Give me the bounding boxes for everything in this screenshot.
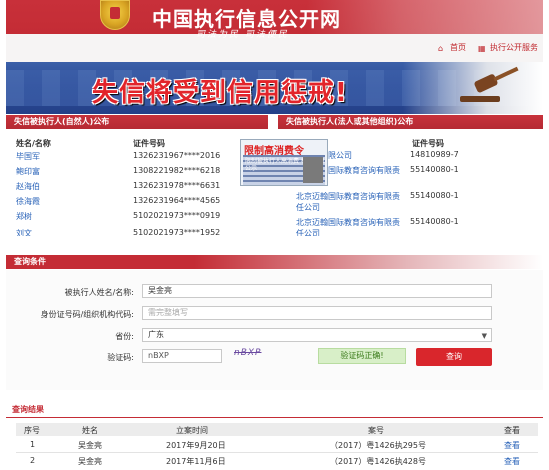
col-header-name: 姓名 <box>82 426 98 435</box>
name-input[interactable]: 吴金亮 <box>142 284 492 298</box>
row-case-number: （2017）粤1426执295号 <box>330 441 426 450</box>
promo-banner: 失信将受到信用惩戒! <box>6 62 543 114</box>
nav-service-link[interactable]: ▦ 执行公开服务 <box>478 42 538 53</box>
id-input[interactable]: 需完整填写 <box>142 306 492 320</box>
nav-home-label: 首页 <box>450 43 466 52</box>
col-header-no: 序号 <box>24 426 40 435</box>
list-item[interactable]: 刘文 5102021973****1952 <box>6 228 268 236</box>
divider <box>16 452 538 453</box>
list-item[interactable]: 鲍印富 1308221982****6218 <box>6 166 268 180</box>
list-item[interactable]: 毕国军 1326231967****2016 <box>6 151 268 165</box>
name-label: 被执行人姓名/名称: <box>64 288 134 297</box>
restriction-notice-popup[interactable]: 限制高消费令 限制被执行人高消费 相关信息公示 <box>240 139 328 186</box>
home-icon: ⌂ <box>438 44 444 53</box>
list-item[interactable]: 赵海伯 1326231978****6631 <box>6 181 268 195</box>
captcha-ok-message: 验证码正确! <box>318 348 406 364</box>
individuals-list[interactable]: 毕国军 1326231967****2016 鲍印富 1308221982****6… <box>6 146 268 236</box>
site-slogan: 司法为民 司法便民 <box>196 30 289 40</box>
nav-service-label: 执行公开服务 <box>490 43 538 52</box>
grid-icon: ▦ <box>478 44 486 53</box>
row-case-number: （2017）粤1426执428号 <box>330 457 426 466</box>
captcha-label: 验证码: <box>107 353 134 362</box>
panel-organizations-title: 失信被执行人(法人或其他组织)公布 <box>278 115 543 129</box>
row-name: 吴金亮 <box>78 441 102 450</box>
nav-home-link[interactable]: ⌂ 首页 <box>438 42 466 53</box>
col-header-date: 立案时间 <box>176 426 208 435</box>
chevron-down-icon: ▼ <box>481 332 487 340</box>
captcha-image[interactable]: nBXP <box>234 348 278 364</box>
list-item[interactable]: 郑树 5102021973****0919 <box>6 211 268 225</box>
captcha-input[interactable]: nBXP <box>142 349 222 363</box>
row-date: 2017年11月6日 <box>166 457 226 466</box>
gavel-icon <box>460 66 519 102</box>
col-header-case: 案号 <box>368 426 384 435</box>
popup-image: 限制被执行人高消费 相关信息公示 <box>243 155 325 185</box>
results-title: 查询结果 <box>12 405 44 414</box>
view-link[interactable]: 查看 <box>504 440 520 451</box>
row-number: 2 <box>30 456 36 465</box>
query-section-title: 查询条件 <box>6 255 543 269</box>
id-label: 身份证号码/组织机构代码: <box>40 310 134 319</box>
site-header: 中国执行信息公开网 司法为民 司法便民 ⌂ 首页 ▦ 执行公开服务 <box>6 0 543 62</box>
province-value: 广东 <box>148 330 164 339</box>
row-name: 吴金亮 <box>78 457 102 466</box>
list-item[interactable]: 徐海霞 1326231964****4565 <box>6 196 268 210</box>
panel-individuals-title: 失信被执行人(自然人)公布 <box>6 115 268 129</box>
divider <box>6 417 543 418</box>
col-header-view: 查看 <box>504 426 520 435</box>
province-label: 省份: <box>115 332 134 341</box>
person-photo-icon <box>303 157 323 183</box>
row-date: 2017年9月20日 <box>166 441 226 450</box>
banner-text: 失信将受到信用惩戒! <box>92 78 348 108</box>
search-button[interactable]: 查询 <box>416 348 492 366</box>
view-link[interactable]: 查看 <box>504 456 520 467</box>
national-emblem-icon <box>100 0 130 30</box>
province-select[interactable]: 广东 ▼ <box>142 328 492 342</box>
row-number: 1 <box>30 440 36 449</box>
